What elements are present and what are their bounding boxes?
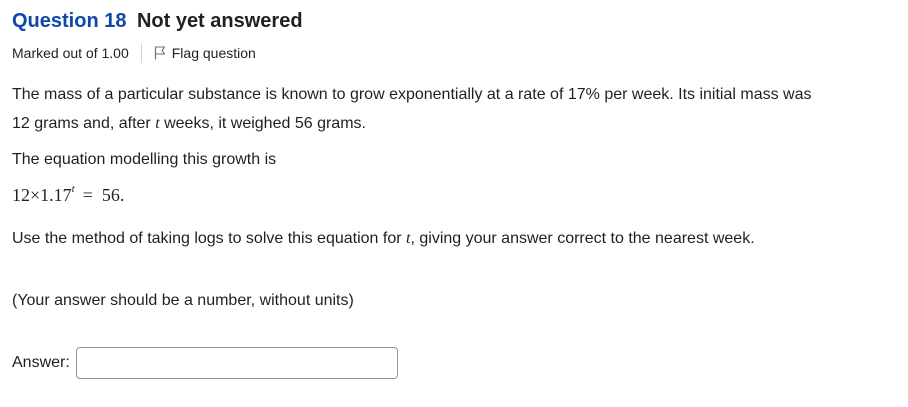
marks-text: Marked out of 1.00 xyxy=(12,45,129,61)
equation: 12×1.17t = 56. xyxy=(12,183,125,206)
question-state: Not yet answered xyxy=(136,10,303,32)
info-divider xyxy=(140,43,142,63)
question-info: Marked out of 1.00 Flag question xyxy=(12,43,256,63)
answer-input[interactable] xyxy=(75,347,398,379)
instruction-text-part1: Use the method of taking logs to solve t… xyxy=(12,230,407,247)
equation-base: 12×1.17 xyxy=(12,185,72,205)
answer-hint: (Your answer should be a number, without… xyxy=(12,292,354,309)
question-text-intro: The mass of a particular substance is kn… xyxy=(12,80,812,138)
equation-exponent: t xyxy=(71,183,75,195)
question-header: Question 18 Not yet answered xyxy=(12,10,303,33)
intro-text-part2: weeks, it weighed 56 grams. xyxy=(159,115,366,132)
answer-label: Answer: xyxy=(12,354,70,371)
flag-question-label: Flag question xyxy=(171,45,256,61)
equation-rhs: 56. xyxy=(101,185,125,205)
answer-row: Answer: xyxy=(12,347,398,379)
question-number: Question 18 xyxy=(12,10,127,32)
equation-equals: = xyxy=(82,185,93,205)
intro-text-part1: The mass of a particular substance is kn… xyxy=(12,86,812,132)
flag-question-button[interactable]: Flag question xyxy=(154,45,256,61)
equation-intro: The equation modelling this growth is xyxy=(12,151,277,168)
question-instruction: Use the method of taking logs to solve t… xyxy=(12,224,792,253)
instruction-text-part2: , giving your answer correct to the near… xyxy=(410,230,755,247)
flag-icon xyxy=(154,46,165,60)
